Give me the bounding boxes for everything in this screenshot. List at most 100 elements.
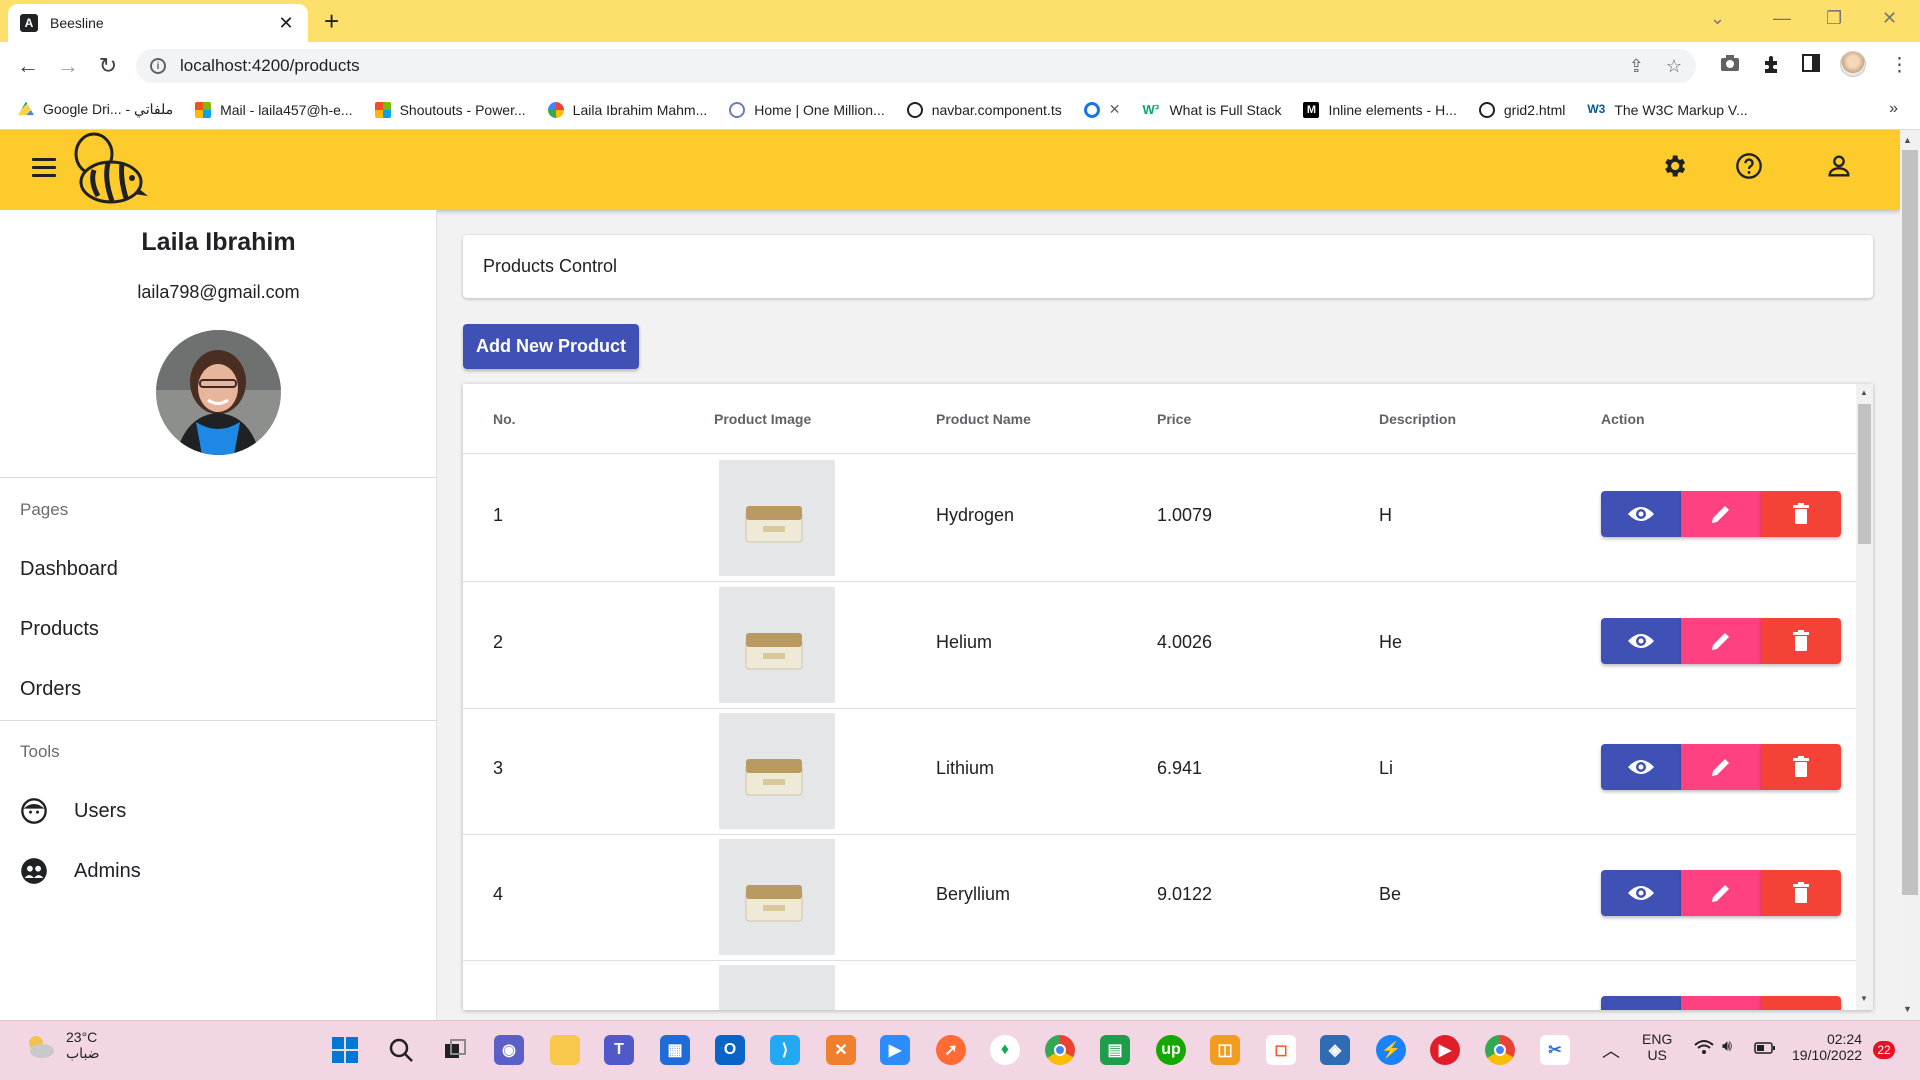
task-view-icon[interactable] <box>440 1035 470 1065</box>
profile-avatar[interactable] <box>1840 51 1866 77</box>
show-hidden-icons-icon[interactable]: ︿ <box>1602 1037 1620 1063</box>
bookmark-item[interactable]: Mail - laila457@h-e... <box>195 101 353 118</box>
sidebar-item-users[interactable]: Users <box>20 797 126 825</box>
sidebar-item-admins[interactable]: Admins <box>20 857 141 885</box>
messenger-icon[interactable]: ⚡ <box>1376 1035 1406 1065</box>
language-indicator[interactable]: ENG US <box>1642 1031 1672 1063</box>
bookmark-item[interactable]: ✕ <box>1083 101 1120 118</box>
chrome-icon[interactable] <box>1045 1035 1075 1065</box>
virtualbox-icon[interactable]: ◈ <box>1320 1035 1350 1065</box>
bookmark-item[interactable]: Shoutouts - Power... <box>374 101 526 118</box>
table-scrollbar[interactable]: ▲ ▼ <box>1856 384 1873 1010</box>
add-new-product-button[interactable]: Add New Product <box>463 324 639 369</box>
xampp-icon[interactable]: ✕ <box>826 1035 856 1065</box>
windows-start-icon[interactable] <box>330 1035 360 1065</box>
scroll-up-icon[interactable]: ▲ <box>1860 388 1868 397</box>
delete-button[interactable] <box>1761 491 1841 537</box>
file-explorer-icon[interactable] <box>550 1035 580 1065</box>
site-info-icon[interactable]: i <box>150 58 166 74</box>
tab-search-icon[interactable]: ⌄ <box>1710 8 1725 29</box>
url-text[interactable]: localhost:4200/products <box>180 56 1607 76</box>
wifi-icon[interactable] <box>1694 1039 1714 1058</box>
notification-badge[interactable]: 22 <box>1873 1041 1895 1059</box>
new-tab-icon[interactable]: + <box>324 8 339 34</box>
column-header[interactable]: Product Name <box>936 411 1031 427</box>
teams-icon[interactable]: T <box>604 1035 634 1065</box>
search-icon[interactable] <box>386 1035 416 1065</box>
chrome-menu-icon[interactable]: ⋮ <box>1890 54 1909 77</box>
side-panel-icon[interactable] <box>1802 54 1820 78</box>
edit-button[interactable] <box>1681 618 1761 664</box>
delete-button[interactable] <box>1761 870 1841 916</box>
menu-icon[interactable] <box>32 158 56 178</box>
bookmark-item[interactable]: W3 The W3C Markup V... <box>1587 102 1747 118</box>
delete-button[interactable] <box>1761 618 1841 664</box>
bookmark-item[interactable]: grid2.html <box>1478 101 1565 118</box>
weather-widget[interactable]: 23°C ضباب <box>24 1029 100 1062</box>
chat-icon[interactable]: ◉ <box>494 1035 524 1065</box>
vscode-icon[interactable]: ⟩ <box>770 1035 800 1065</box>
column-header[interactable]: Price <box>1157 411 1191 427</box>
edit-button[interactable] <box>1681 491 1761 537</box>
settings-icon[interactable] <box>1656 148 1692 184</box>
view-button[interactable] <box>1601 744 1681 790</box>
edit-button[interactable] <box>1681 996 1761 1010</box>
clock[interactable]: 02:24 19/10/2022 <box>1792 1031 1862 1063</box>
minimize-icon[interactable]: — <box>1773 8 1791 29</box>
sidebar-item-products[interactable]: Products <box>20 618 99 641</box>
view-button[interactable] <box>1601 618 1681 664</box>
zoom-icon[interactable]: ▶ <box>880 1035 910 1065</box>
camera-icon[interactable] <box>1720 54 1740 78</box>
forward-icon[interactable]: → <box>54 52 82 80</box>
column-header[interactable]: Product Image <box>714 411 811 427</box>
scroll-up-icon[interactable]: ▲ <box>1903 135 1912 145</box>
column-header[interactable]: Description <box>1379 411 1456 427</box>
sheets-icon[interactable]: ▤ <box>1100 1035 1130 1065</box>
scroll-down-icon[interactable]: ▼ <box>1860 994 1868 1003</box>
bookmark-item[interactable]: M Inline elements - H... <box>1303 101 1457 118</box>
more-bookmarks-icon[interactable]: » <box>1889 100 1898 118</box>
delete-button[interactable] <box>1761 744 1841 790</box>
back-icon[interactable]: ← <box>14 52 42 80</box>
address-bar[interactable]: i localhost:4200/products ⇪ ☆ <box>136 49 1696 83</box>
help-icon[interactable] <box>1731 148 1767 184</box>
view-button[interactable] <box>1601 491 1681 537</box>
store-icon[interactable]: ▦ <box>660 1035 690 1065</box>
postman-icon[interactable]: ➚ <box>936 1035 966 1065</box>
office-icon[interactable]: ◻ <box>1266 1035 1296 1065</box>
snipping-tool-icon[interactable]: ✂ <box>1540 1035 1570 1065</box>
close-window-icon[interactable]: ✕ <box>1882 8 1897 29</box>
browser-tab[interactable]: A Beesline ✕ <box>8 4 308 42</box>
media-player-icon[interactable]: ▶ <box>1430 1035 1460 1065</box>
bookmark-star-icon[interactable]: ☆ <box>1666 56 1682 77</box>
sidebar-item-orders[interactable]: Orders <box>20 678 81 701</box>
share-icon[interactable]: ⇪ <box>1629 56 1644 77</box>
scroll-down-icon[interactable]: ▼ <box>1903 1004 1912 1014</box>
volume-icon[interactable]: 🔊︎ <box>1722 1038 1732 1056</box>
bookmark-item[interactable]: Laila Ibrahim Mahm... <box>547 101 707 118</box>
battery-icon[interactable] <box>1754 1041 1776 1057</box>
bookmark-item[interactable]: Home | One Million... <box>729 101 885 118</box>
view-button[interactable] <box>1601 870 1681 916</box>
extensions-icon[interactable] <box>1762 54 1782 80</box>
restore-icon[interactable]: ❐ <box>1826 8 1842 29</box>
bookmark-item[interactable]: W³ What is Full Stack <box>1142 102 1281 118</box>
chrome-profile-icon[interactable] <box>1485 1035 1515 1065</box>
page-scrollbar-thumb[interactable] <box>1902 150 1918 895</box>
edit-button[interactable] <box>1681 870 1761 916</box>
table-scrollbar-thumb[interactable] <box>1858 404 1871 544</box>
screenshot-tool-icon[interactable]: ◫ <box>1210 1035 1240 1065</box>
upwork-icon[interactable]: up <box>1156 1035 1186 1065</box>
bookmark-item[interactable]: Google Dri... - ملفاتي <box>18 101 173 118</box>
delete-button[interactable] <box>1761 996 1841 1010</box>
sidebar-item-dashboard[interactable]: Dashboard <box>20 558 118 581</box>
view-button[interactable] <box>1601 996 1681 1010</box>
outlook-icon[interactable]: O <box>715 1035 745 1065</box>
mongodb-icon[interactable]: ♦ <box>990 1035 1020 1065</box>
bookmark-item[interactable]: navbar.component.ts <box>906 101 1062 118</box>
account-icon[interactable] <box>1821 148 1857 184</box>
tab-close-icon[interactable]: ✕ <box>276 13 296 34</box>
edit-button[interactable] <box>1681 744 1761 790</box>
reload-icon[interactable]: ↻ <box>94 52 122 80</box>
column-header[interactable]: No. <box>493 411 516 427</box>
